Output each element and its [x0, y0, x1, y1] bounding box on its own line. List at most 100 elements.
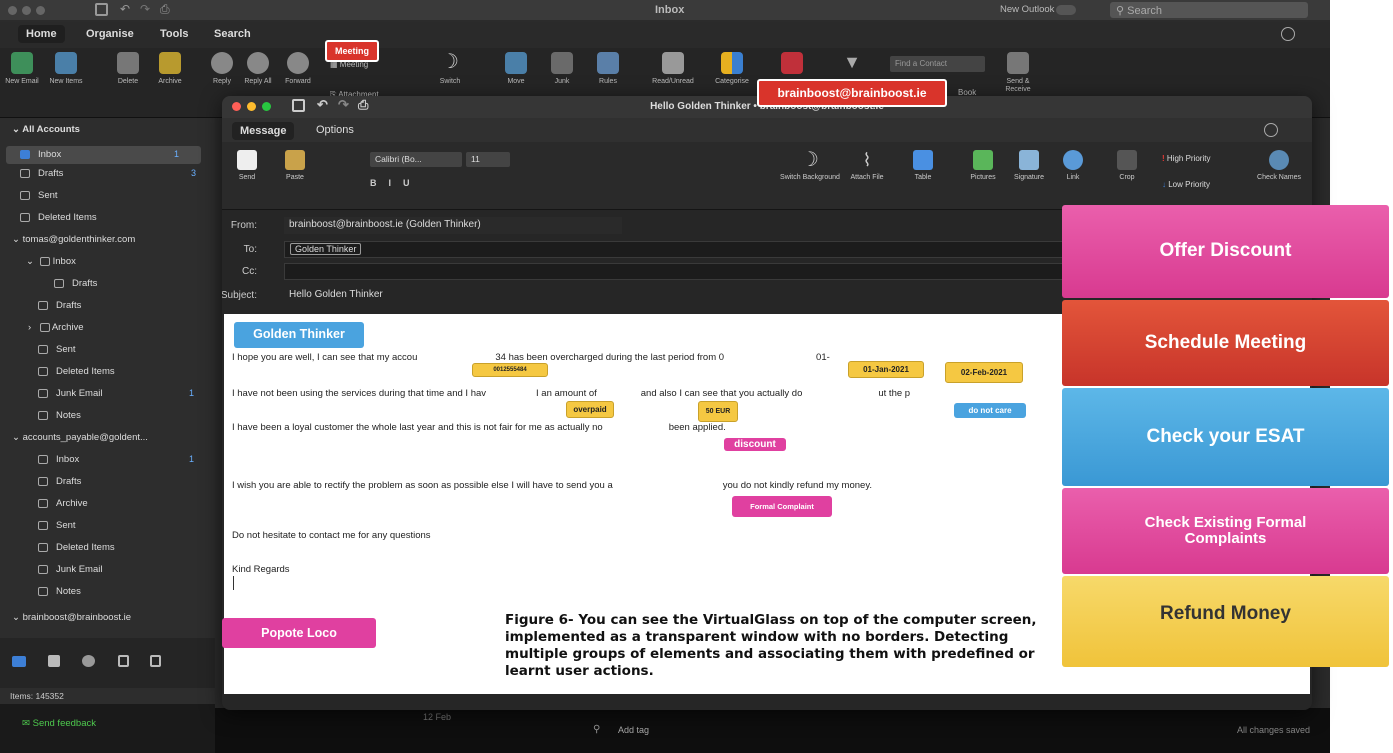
signature-button[interactable]: Signature: [1004, 150, 1054, 181]
overpaid-tag[interactable]: overpaid: [566, 401, 614, 418]
pictures-button[interactable]: Pictures: [958, 150, 1008, 181]
minimize-dot[interactable]: [22, 6, 31, 15]
new-email-button[interactable]: New Email: [0, 52, 44, 86]
formal-complaint-tag[interactable]: Formal Complaint: [732, 496, 832, 517]
minimize-dot[interactable]: [247, 102, 256, 111]
search-input[interactable]: ⚲ Search: [1110, 2, 1308, 18]
check-esat-button[interactable]: Check your ESAT: [1062, 388, 1389, 486]
filter-button[interactable]: ▼: [830, 52, 874, 78]
folder-inbox[interactable]: Inbox 1: [6, 146, 201, 164]
golden-thinker-tag[interactable]: Golden Thinker: [234, 322, 364, 348]
print-icon[interactable]: ⎙: [160, 2, 170, 17]
help-icon[interactable]: [1264, 123, 1278, 137]
folder-ap-inbox[interactable]: Inbox 1: [38, 454, 206, 465]
recipient-chip[interactable]: Golden Thinker: [290, 243, 362, 255]
account-brainboost[interactable]: ⌄ brainboost@brainboost.ie: [12, 612, 131, 623]
folder-ap-archive[interactable]: Archive: [38, 498, 88, 509]
move-button[interactable]: Move: [494, 52, 538, 86]
account-number-tag[interactable]: 0012555484: [472, 363, 548, 377]
date-start-tag[interactable]: 01-Jan-2021: [848, 361, 924, 378]
from-select[interactable]: brainboost@brainboost.ie (Golden Thinker…: [284, 217, 622, 234]
font-size-select[interactable]: 11: [466, 152, 510, 167]
find-contact-input[interactable]: Find a Contact: [890, 56, 985, 72]
flag-button[interactable]: [770, 52, 814, 78]
folder-tomas-archive[interactable]: › Archive: [28, 322, 84, 333]
archive-button[interactable]: Archive: [148, 52, 192, 86]
format-toolbar[interactable]: BIU: [370, 178, 422, 188]
refund-money-button[interactable]: Refund Money: [1062, 576, 1389, 667]
folder-tomas-junk[interactable]: Junk Email 1: [38, 388, 206, 399]
add-tag-button[interactable]: Add tag: [618, 725, 649, 735]
close-dot[interactable]: [232, 102, 241, 111]
read-unread-button[interactable]: Read/Unread: [648, 52, 698, 86]
forward-button[interactable]: Forward: [276, 52, 320, 86]
tag-icon[interactable]: ⚲: [593, 724, 600, 735]
all-accounts-header[interactable]: ⌄ All Accounts: [12, 124, 80, 135]
print-icon[interactable]: ⎙: [358, 97, 368, 113]
table-button[interactable]: Table: [898, 150, 948, 181]
categorise-button[interactable]: Categorise: [710, 52, 754, 86]
junk-button[interactable]: Junk: [540, 52, 584, 86]
account-tomas[interactable]: ⌄ tomas@goldenthinker.com: [12, 234, 135, 245]
link-button[interactable]: Link: [1048, 150, 1098, 181]
new-outlook-toggle[interactable]: [1056, 5, 1076, 15]
help-icon[interactable]: [1281, 27, 1295, 41]
redo-icon[interactable]: ↷: [338, 97, 349, 113]
switch-background-button[interactable]: ☽ Switch Background: [780, 150, 840, 181]
people-icon[interactable]: [82, 655, 95, 667]
save-icon[interactable]: [95, 3, 108, 16]
folder-ap-notes[interactable]: Notes: [38, 586, 81, 597]
notes-icon[interactable]: [150, 655, 161, 667]
zoom-dot[interactable]: [36, 6, 45, 15]
folder-ap-junk[interactable]: Junk Email: [38, 564, 102, 575]
send-button[interactable]: Send: [222, 150, 272, 181]
folder-ap-drafts[interactable]: Drafts: [38, 476, 81, 487]
account-payable[interactable]: ⌄ accounts_payable@goldent...: [12, 432, 148, 443]
tasks-icon[interactable]: [118, 655, 129, 667]
schedule-meeting-button[interactable]: Schedule Meeting: [1062, 300, 1389, 386]
zoom-dot[interactable]: [262, 102, 271, 111]
folder-tomas-drafts-sub[interactable]: Drafts: [54, 278, 97, 289]
send-receive-button[interactable]: Send & Receive: [996, 52, 1040, 94]
attach-file-button[interactable]: ⌇ Attach File: [842, 150, 892, 181]
folder-deleted[interactable]: Deleted Items: [20, 212, 97, 223]
save-icon[interactable]: [292, 99, 305, 112]
offer-discount-button[interactable]: Offer Discount: [1062, 205, 1389, 298]
meeting-callout[interactable]: Meeting: [325, 40, 379, 62]
date-end-tag[interactable]: 02-Feb-2021: [945, 362, 1023, 383]
mail-icon[interactable]: [12, 656, 26, 667]
close-dot[interactable]: [8, 6, 17, 15]
discount-tag[interactable]: discount: [724, 438, 786, 451]
check-formal-complaints-button[interactable]: Check Existing Formal Complaints: [1062, 488, 1389, 574]
tab-tools[interactable]: Tools: [160, 28, 189, 40]
folder-tomas-notes[interactable]: Notes: [38, 410, 81, 421]
new-items-button[interactable]: New Items: [44, 52, 88, 86]
amount-tag[interactable]: 50 EUR: [698, 401, 738, 422]
switch-button[interactable]: ☽ Switch: [428, 52, 472, 86]
low-priority-button[interactable]: ↓ Low Priority: [1162, 180, 1210, 189]
undo-icon[interactable]: ↶: [120, 2, 130, 16]
calendar-icon[interactable]: [48, 655, 60, 667]
check-names-button[interactable]: Check Names: [1254, 150, 1304, 181]
redo-icon[interactable]: ↷: [140, 2, 150, 16]
tab-options[interactable]: Options: [316, 124, 354, 136]
font-family-select[interactable]: Calibri (Bo...: [370, 152, 462, 167]
tab-search[interactable]: Search: [214, 28, 251, 40]
reply-all-button[interactable]: Reply All: [236, 52, 280, 86]
folder-tomas-sent[interactable]: Sent: [38, 344, 76, 355]
rules-button[interactable]: Rules: [586, 52, 630, 86]
tab-message[interactable]: Message: [232, 122, 295, 140]
delete-button[interactable]: Delete: [106, 52, 150, 86]
crop-button[interactable]: Crop: [1102, 150, 1152, 181]
send-feedback-button[interactable]: ✉ Send feedback: [0, 704, 215, 753]
folder-drafts[interactable]: Drafts 3: [20, 168, 208, 179]
do-not-care-tag[interactable]: do not care: [954, 403, 1026, 418]
high-priority-button[interactable]: ! High Priority: [1162, 154, 1210, 163]
folder-ap-sent[interactable]: Sent: [38, 520, 76, 531]
email-address-callout[interactable]: brainboost@brainboost.ie: [757, 79, 947, 107]
tab-organise[interactable]: Organise: [86, 28, 134, 40]
paste-button[interactable]: Paste: [270, 150, 320, 181]
folder-tomas-inbox[interactable]: ⌄ Inbox: [26, 256, 76, 267]
folder-sent[interactable]: Sent: [20, 190, 58, 201]
folder-tomas-drafts[interactable]: Drafts: [38, 300, 81, 311]
